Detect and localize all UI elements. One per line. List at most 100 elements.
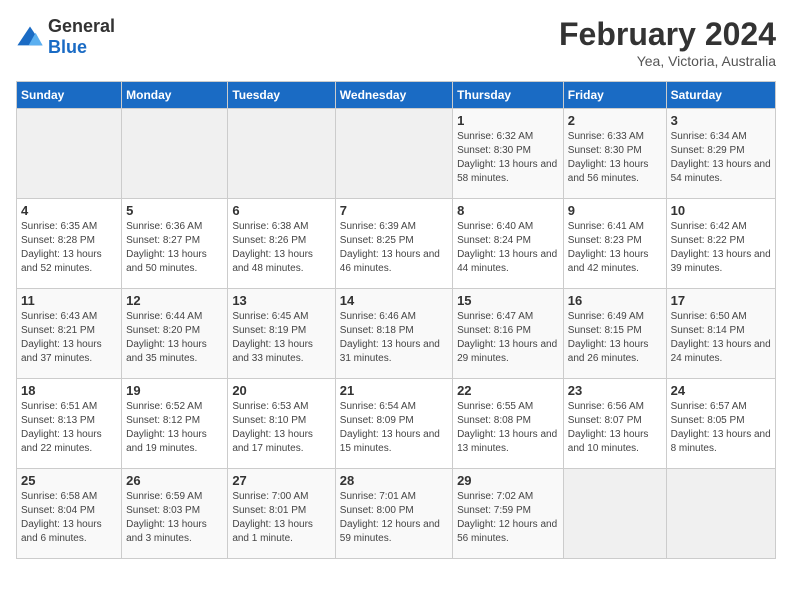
day-detail: Sunrise: 6:34 AMSunset: 8:29 PMDaylight:… [671,130,771,186]
calendar-table: SundayMondayTuesdayWednesdayThursdayFrid… [16,81,776,559]
day-number: 28 [340,473,448,488]
calendar-week-row: 25 Sunrise: 6:58 AMSunset: 8:04 PMDayligh… [17,469,776,559]
calendar-cell: 3 Sunrise: 6:34 AMSunset: 8:29 PMDaylight… [666,109,775,199]
calendar-cell: 13 Sunrise: 6:45 AMSunset: 8:19 PMDayligh… [228,289,335,379]
calendar-week-row: 1Sunrise: 6:32 AMSunset: 8:30 PMDaylight… [17,109,776,199]
calendar-cell [563,469,666,559]
day-of-week-header: Sunday [17,82,122,109]
day-number: 22 [457,383,559,398]
calendar-cell: 29 Sunrise: 7:02 AMSunset: 7:59 PMDayligh… [453,469,564,559]
calendar-cell: 20Sunrise: 6:53 AMSunset: 8:10 PMDayligh… [228,379,335,469]
calendar-cell: 2Sunrise: 6:33 AMSunset: 8:30 PMDaylight… [563,109,666,199]
calendar-cell: 18 Sunrise: 6:51 AMSunset: 8:13 PMDayligh… [17,379,122,469]
day-of-week-header: Wednesday [335,82,452,109]
calendar-cell: 19Sunrise: 6:52 AMSunset: 8:12 PMDayligh… [122,379,228,469]
day-number: 7 [340,203,448,218]
day-number: 19 [126,383,223,398]
day-number: 21 [340,383,448,398]
day-detail: Sunrise: 6:50 AMSunset: 8:14 PMDaylight:… [671,310,771,366]
calendar-cell: 22Sunrise: 6:55 AMSunset: 8:08 PMDayligh… [453,379,564,469]
day-number: 29 [457,473,559,488]
day-detail: Sunrise: 6:45 AMSunset: 8:19 PMDaylight:… [232,310,330,366]
day-number: 18 [21,383,117,398]
calendar-header-row: SundayMondayTuesdayWednesdayThursdayFrid… [17,82,776,109]
calendar-cell: 16Sunrise: 6:49 AMSunset: 8:15 PMDayligh… [563,289,666,379]
day-number: 24 [671,383,771,398]
subtitle: Yea, Victoria, Australia [559,53,776,69]
day-of-week-header: Monday [122,82,228,109]
page-header: General Blue February 2024 Yea, Victoria… [16,16,776,69]
calendar-week-row: 18 Sunrise: 6:51 AMSunset: 8:13 PMDayligh… [17,379,776,469]
day-detail: Sunrise: 6:49 AMSunset: 8:15 PMDaylight:… [568,310,662,366]
day-of-week-header: Saturday [666,82,775,109]
day-detail: Sunrise: 6:36 AMSunset: 8:27 PMDaylight:… [126,220,223,276]
calendar-cell: 24 Sunrise: 6:57 AMSunset: 8:05 PMDayligh… [666,379,775,469]
day-detail: Sunrise: 7:02 AMSunset: 7:59 PMDaylight:… [457,490,559,546]
calendar-cell [666,469,775,559]
calendar-cell: 12Sunrise: 6:44 AMSunset: 8:20 PMDayligh… [122,289,228,379]
day-detail: Sunrise: 6:57 AMSunset: 8:05 PMDaylight:… [671,400,771,456]
day-of-week-header: Thursday [453,82,564,109]
logo-general: General [48,16,115,36]
day-number: 14 [340,293,448,308]
day-number: 3 [671,113,771,128]
calendar-cell: 17 Sunrise: 6:50 AMSunset: 8:14 PMDayligh… [666,289,775,379]
day-detail: Sunrise: 6:54 AMSunset: 8:09 PMDaylight:… [340,400,448,456]
day-detail: Sunrise: 6:43 AMSunset: 8:21 PMDaylight:… [21,310,117,366]
calendar-cell: 1Sunrise: 6:32 AMSunset: 8:30 PMDaylight… [453,109,564,199]
calendar-cell: 27 Sunrise: 7:00 AMSunset: 8:01 PMDayligh… [228,469,335,559]
calendar-cell: 25 Sunrise: 6:58 AMSunset: 8:04 PMDayligh… [17,469,122,559]
day-detail: Sunrise: 6:59 AMSunset: 8:03 PMDaylight:… [126,490,223,546]
calendar-cell: 7 Sunrise: 6:39 AMSunset: 8:25 PMDaylight… [335,199,452,289]
day-detail: Sunrise: 6:35 AMSunset: 8:28 PMDaylight:… [21,220,117,276]
logo-blue: Blue [48,37,87,57]
day-number: 12 [126,293,223,308]
calendar-cell [122,109,228,199]
calendar-cell [228,109,335,199]
calendar-cell: 10 Sunrise: 6:42 AMSunset: 8:22 PMDayligh… [666,199,775,289]
calendar-cell: 9Sunrise: 6:41 AMSunset: 8:23 PMDaylight… [563,199,666,289]
day-number: 17 [671,293,771,308]
day-detail: Sunrise: 7:01 AMSunset: 8:00 PMDaylight:… [340,490,448,546]
day-number: 1 [457,113,559,128]
day-number: 10 [671,203,771,218]
day-detail: Sunrise: 6:39 AMSunset: 8:25 PMDaylight:… [340,220,448,276]
day-number: 27 [232,473,330,488]
logo: General Blue [16,16,115,58]
day-of-week-header: Friday [563,82,666,109]
calendar-cell [335,109,452,199]
day-detail: Sunrise: 6:46 AMSunset: 8:18 PMDaylight:… [340,310,448,366]
calendar-cell: 11 Sunrise: 6:43 AMSunset: 8:21 PMDayligh… [17,289,122,379]
calendar-cell: 4 Sunrise: 6:35 AMSunset: 8:28 PMDaylight… [17,199,122,289]
day-detail: Sunrise: 6:58 AMSunset: 8:04 PMDaylight:… [21,490,117,546]
day-number: 4 [21,203,117,218]
day-number: 25 [21,473,117,488]
calendar-cell: 23Sunrise: 6:56 AMSunset: 8:07 PMDayligh… [563,379,666,469]
day-number: 11 [21,293,117,308]
day-number: 26 [126,473,223,488]
calendar-cell: 15 Sunrise: 6:47 AMSunset: 8:16 PMDayligh… [453,289,564,379]
calendar-week-row: 11 Sunrise: 6:43 AMSunset: 8:21 PMDayligh… [17,289,776,379]
day-detail: Sunrise: 6:38 AMSunset: 8:26 PMDaylight:… [232,220,330,276]
day-number: 15 [457,293,559,308]
day-number: 13 [232,293,330,308]
day-of-week-header: Tuesday [228,82,335,109]
calendar-cell: 5 Sunrise: 6:36 AMSunset: 8:27 PMDaylight… [122,199,228,289]
day-detail: Sunrise: 7:00 AMSunset: 8:01 PMDaylight:… [232,490,330,546]
calendar-cell: 6Sunrise: 6:38 AMSunset: 8:26 PMDaylight… [228,199,335,289]
day-detail: Sunrise: 6:47 AMSunset: 8:16 PMDaylight:… [457,310,559,366]
logo-icon [16,23,44,51]
day-number: 5 [126,203,223,218]
calendar-cell: 21 Sunrise: 6:54 AMSunset: 8:09 PMDayligh… [335,379,452,469]
day-detail: Sunrise: 6:51 AMSunset: 8:13 PMDaylight:… [21,400,117,456]
day-detail: Sunrise: 6:42 AMSunset: 8:22 PMDaylight:… [671,220,771,276]
day-number: 23 [568,383,662,398]
day-detail: Sunrise: 6:40 AMSunset: 8:24 PMDaylight:… [457,220,559,276]
day-detail: Sunrise: 6:33 AMSunset: 8:30 PMDaylight:… [568,130,662,186]
calendar-cell: 26 Sunrise: 6:59 AMSunset: 8:03 PMDayligh… [122,469,228,559]
title-block: February 2024 Yea, Victoria, Australia [559,16,776,69]
day-number: 8 [457,203,559,218]
calendar-cell: 14 Sunrise: 6:46 AMSunset: 8:18 PMDayligh… [335,289,452,379]
calendar-week-row: 4 Sunrise: 6:35 AMSunset: 8:28 PMDaylight… [17,199,776,289]
day-number: 20 [232,383,330,398]
